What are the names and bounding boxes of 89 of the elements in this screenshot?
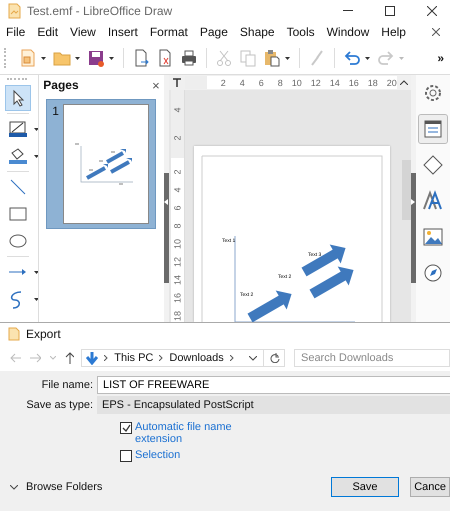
- menu-item[interactable]: View: [70, 25, 96, 39]
- close-panel-button[interactable]: ×: [152, 78, 160, 92]
- menu-item[interactable]: Shape: [240, 25, 275, 39]
- tab-stop-icon[interactable]: [172, 78, 182, 88]
- save-icon[interactable]: [87, 49, 105, 67]
- ruler-number: 2: [171, 168, 184, 177]
- menu-item[interactable]: Insert: [108, 25, 138, 39]
- caret-icon[interactable]: [34, 270, 38, 274]
- ruler-number: 10: [290, 78, 302, 88]
- ruler-number: 12: [171, 256, 184, 268]
- menu-item[interactable]: Help: [381, 25, 406, 39]
- menu-item[interactable]: Tools: [286, 25, 315, 39]
- file-name-field[interactable]: LIST OF FREEWARE: [97, 376, 450, 394]
- checkbox[interactable]: [120, 450, 132, 462]
- address-bar[interactable]: This PC Downloads: [81, 349, 285, 367]
- caret-icon[interactable]: [34, 154, 38, 158]
- arrow-shape[interactable]: [301, 244, 346, 276]
- ruler-number: 18: [366, 78, 378, 88]
- caret-icon[interactable]: [41, 56, 46, 60]
- caret-icon[interactable]: [365, 56, 370, 60]
- field-label: File name:: [40, 379, 94, 391]
- browse-folders-button[interactable]: Browse Folders: [26, 481, 102, 493]
- downloads-icon: [86, 352, 98, 364]
- ruler-number: 4: [171, 106, 184, 115]
- ruler-number: 14: [171, 274, 184, 286]
- ruler-number: 12: [310, 78, 321, 88]
- arrow-shape[interactable]: [247, 290, 292, 322]
- caret-icon[interactable]: [34, 128, 38, 130]
- undo-icon[interactable]: [343, 49, 361, 67]
- menu-item[interactable]: Page: [200, 25, 228, 39]
- ruler-number: 8: [171, 222, 184, 231]
- chevron-icon: [104, 355, 108, 361]
- caret-icon[interactable]: [10, 484, 18, 490]
- chevron-icon: [230, 355, 234, 361]
- caret-icon[interactable]: [285, 56, 290, 60]
- caret-icon[interactable]: [75, 56, 80, 60]
- menu-item[interactable]: Window: [326, 25, 370, 39]
- dialog-logo-icon: [8, 327, 20, 341]
- collapse-handle-icon[interactable]: [164, 173, 169, 283]
- ruler-number: 2: [171, 134, 184, 143]
- page-slot[interactable]: 1: [46, 99, 156, 229]
- file-type-dropdown[interactable]: EPS - Encapsulated PostScript: [97, 396, 450, 414]
- cancel-button[interactable]: Cance: [410, 477, 450, 497]
- page-number: 1: [52, 104, 59, 118]
- checkbox[interactable]: [120, 422, 132, 434]
- more-tools-button[interactable]: »: [437, 51, 444, 65]
- menu-item[interactable]: Format: [150, 25, 188, 39]
- menu-item[interactable]: File: [6, 25, 26, 39]
- close-icon[interactable]: [427, 6, 437, 16]
- window-title: Test.emf - LibreOffice Draw: [27, 4, 172, 18]
- dropdown-icon[interactable]: [248, 356, 257, 360]
- up-icon[interactable]: [64, 352, 74, 364]
- ruler-number: 8: [276, 78, 283, 88]
- refresh-icon[interactable]: [270, 353, 280, 363]
- ruler-number: 6: [171, 204, 184, 213]
- path-segment[interactable]: This PC: [114, 352, 154, 364]
- field-label: Save as type:: [25, 399, 94, 411]
- ruler-number: 4: [171, 186, 184, 195]
- path-segment[interactable]: Downloads: [169, 352, 224, 364]
- properties-icon[interactable]: [418, 114, 448, 144]
- ruler-number: 14: [328, 78, 340, 88]
- select-tool-icon[interactable]: [5, 85, 31, 111]
- checkbox-label[interactable]: Selection: [135, 449, 235, 461]
- ruler-number: 18: [171, 310, 184, 322]
- ruler-number: 10: [171, 238, 184, 250]
- caret-icon[interactable]: [34, 298, 38, 300]
- chevron-icon: [159, 355, 164, 361]
- close-document-icon[interactable]: [432, 28, 440, 36]
- scroll-up-icon[interactable]: [400, 80, 408, 85]
- ruler-number: 6: [258, 78, 264, 88]
- dialog-title: Export: [26, 327, 61, 341]
- menu-item[interactable]: Edit: [37, 25, 58, 39]
- minimize-icon[interactable]: [343, 10, 353, 12]
- checkbox-label[interactable]: Automatic file name extension: [135, 421, 235, 445]
- panel-title: Pages: [43, 78, 79, 92]
- app-logo-icon: [8, 3, 21, 19]
- ruler-number: 4: [238, 78, 245, 88]
- print-icon[interactable]: [180, 49, 198, 67]
- ruler-number: 20: [386, 78, 397, 88]
- paste-icon[interactable]: [263, 49, 281, 67]
- ruler-number: 2: [220, 78, 226, 88]
- search-field[interactable]: Search Downloads: [294, 349, 450, 367]
- collapse-handle-icon[interactable]: [410, 173, 416, 283]
- save-button[interactable]: Save: [331, 477, 399, 497]
- ruler-number: 16: [348, 78, 359, 88]
- caret-icon[interactable]: [109, 56, 114, 60]
- arrow-shape[interactable]: [309, 266, 354, 298]
- ruler-number: 16: [171, 292, 184, 304]
- maximize-icon[interactable]: [385, 6, 395, 16]
